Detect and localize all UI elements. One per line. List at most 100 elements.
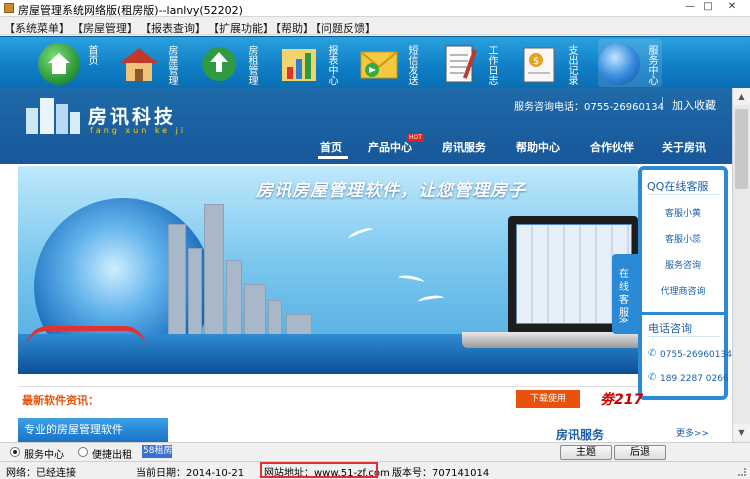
download-button[interactable]: 下载使用	[516, 390, 580, 408]
online-service-tab[interactable]: 在线客服 ≫	[612, 254, 638, 334]
window-title: 房屋管理系统网络版(租房版)--lanlvy(52202)	[18, 4, 243, 17]
news-label: 最新软件资讯：	[22, 394, 99, 407]
notebook-icon	[438, 43, 480, 85]
scroll-thumb[interactable]	[735, 109, 748, 189]
service-hotline: 服务咨询电话：0755-26960134	[514, 102, 664, 113]
nav-services[interactable]: 房讯服务	[442, 139, 486, 155]
menu-system[interactable]: 【系统菜单】	[4, 20, 70, 36]
nav-partners[interactable]: 合作伙伴	[590, 139, 634, 155]
recycle-icon	[198, 43, 240, 85]
vertical-scrollbar[interactable]: ▲ ▼	[732, 88, 750, 442]
seagull-icon	[417, 294, 445, 306]
building	[204, 204, 224, 344]
phone-number-1: 0755-26960134	[660, 350, 732, 360]
qq-link-consult[interactable]: 服务咨询	[642, 258, 724, 271]
phone-icon: ✆	[648, 348, 657, 359]
app-icon	[4, 3, 14, 13]
logo-pinyin: fang xun ke ji	[90, 126, 187, 135]
maximize-button[interactable]: □	[698, 0, 718, 15]
site-header: 房讯科技 fang xun ke ji 服务咨询电话：0755-26960134…	[0, 88, 732, 164]
bottom-controls: 服务中心 便捷出租 58租房 主题 后退	[0, 442, 750, 461]
nav-products[interactable]: 产品中心	[368, 139, 412, 155]
toolbar-report-center[interactable]: 报表中心	[278, 39, 342, 87]
title-bar: 房屋管理系统网络版(租房版)--lanlvy(52202) — □ ✕	[0, 0, 750, 17]
phone-consult-title: 电话咨询	[648, 322, 692, 335]
section-title-services: 房讯服务	[556, 428, 605, 442]
building	[188, 248, 202, 344]
menu-feedback[interactable]: 【问题反馈】	[310, 20, 376, 36]
status-date: 当前日期：2014-10-21	[136, 468, 245, 479]
seagull-icon	[347, 225, 375, 243]
hot-badge: HOT	[407, 134, 424, 142]
nav-active-indicator	[318, 156, 348, 159]
resize-grip-icon[interactable]	[738, 468, 746, 476]
globe-icon	[598, 43, 640, 85]
svg-text:$: $	[533, 56, 539, 67]
logo-building-icon	[26, 98, 80, 134]
radio-quick-rent[interactable]	[78, 447, 88, 457]
site-link-58[interactable]: 58租房	[142, 445, 172, 458]
qq-link-agent[interactable]: 代理商咨询	[642, 284, 724, 297]
toolbar-rent-management[interactable]: 房租管理	[198, 39, 262, 87]
menu-house[interactable]: 【房屋管理】	[72, 20, 138, 36]
more-link[interactable]: 更多>>	[676, 426, 709, 439]
qq-panel-title: QQ在线客服	[647, 180, 709, 193]
radio-quick-rent-label: 便捷出租	[92, 450, 132, 461]
toolbar: 首页 房屋管理 房租管理 报表中心 短信发送 工作日志 $ 支出记录 服务中心	[0, 36, 750, 88]
chart-icon	[278, 43, 320, 85]
banner-slogan: 房讯房屋管理软件，让您管理房子	[256, 181, 526, 201]
web-view: 房讯科技 fang xun ke ji 服务咨询电话：0755-26960134…	[0, 88, 732, 442]
nav-about[interactable]: 关于房讯	[662, 139, 706, 155]
highlight-box	[260, 462, 378, 478]
building	[168, 224, 186, 344]
banner[interactable]: 房讯房屋管理软件，让您管理房子	[18, 166, 638, 374]
divider	[648, 336, 720, 337]
menu-help[interactable]: 【帮助】	[270, 20, 314, 36]
qq-service-panel: QQ在线客服 客服小黄 客服小蕊 服务咨询 代理商咨询 电话咨询 ✆ 0755-…	[638, 166, 732, 400]
money-note-icon: $	[518, 43, 560, 85]
online-service-tab-label: 在线客服	[619, 269, 629, 319]
phone-number-2: 189 2287 0266	[660, 374, 729, 384]
qq-link-xiaorui[interactable]: 客服小蕊	[642, 232, 724, 245]
divider	[662, 97, 663, 110]
menu-bar: 【系统菜单】 【房屋管理】 【报表查询】 【扩展功能】 【帮助】 【问题反馈】	[0, 18, 750, 35]
phone-icon: ✆	[648, 372, 657, 383]
scroll-up-arrow-icon[interactable]: ▲	[733, 88, 750, 105]
theme-button[interactable]: 主题	[560, 445, 612, 460]
toolbar-expense-record[interactable]: $ 支出记录	[518, 39, 582, 87]
divider	[648, 194, 720, 195]
nav-home[interactable]: 首页	[320, 139, 342, 155]
qq-link-xiaohuang[interactable]: 客服小黄	[642, 206, 724, 219]
close-button[interactable]: ✕	[718, 0, 746, 15]
building	[226, 260, 242, 344]
toolbar-house-management[interactable]: 房屋管理	[118, 39, 182, 87]
news-bar: 最新软件资讯： 下载使用 劵217	[18, 386, 643, 410]
status-bar: 网络：已经连接 当前日期：2014-10-21 网站地址：www.51-zf.c…	[0, 461, 750, 479]
toolbar-work-log[interactable]: 工作日志	[438, 39, 502, 87]
toolbar-home[interactable]: 首页	[38, 39, 102, 87]
news-price-text: 劵217	[600, 392, 644, 408]
menu-extension[interactable]: 【扩展功能】	[208, 20, 274, 36]
home-icon	[38, 43, 80, 85]
envelope-icon	[358, 43, 400, 85]
minimize-button[interactable]: —	[680, 0, 700, 15]
seagull-icon	[397, 273, 425, 287]
toolbar-service-center[interactable]: 服务中心	[598, 39, 662, 87]
back-button[interactable]: 后退	[614, 445, 666, 460]
menu-report[interactable]: 【报表查询】	[140, 20, 206, 36]
divider	[642, 312, 724, 315]
section-tab-software[interactable]: 专业的房屋管理软件	[18, 418, 168, 442]
toolbar-sms-send[interactable]: 短信发送	[358, 39, 422, 87]
bridge-graphic	[26, 326, 146, 348]
nav-help[interactable]: 帮助中心	[516, 139, 560, 155]
radio-service-center[interactable]	[10, 447, 20, 457]
status-network: 网络：已经连接	[6, 468, 76, 479]
scroll-down-arrow-icon[interactable]: ▼	[733, 424, 750, 441]
expand-arrow-icon: ≫	[619, 316, 629, 326]
logo-text: 房讯科技	[88, 106, 177, 128]
status-version: 版本号：707141014	[392, 468, 490, 479]
laptop-base	[462, 332, 638, 348]
radio-service-center-label: 服务中心	[24, 450, 64, 461]
add-favorite-link[interactable]: 加入收藏	[672, 97, 716, 113]
house-icon	[118, 43, 160, 85]
